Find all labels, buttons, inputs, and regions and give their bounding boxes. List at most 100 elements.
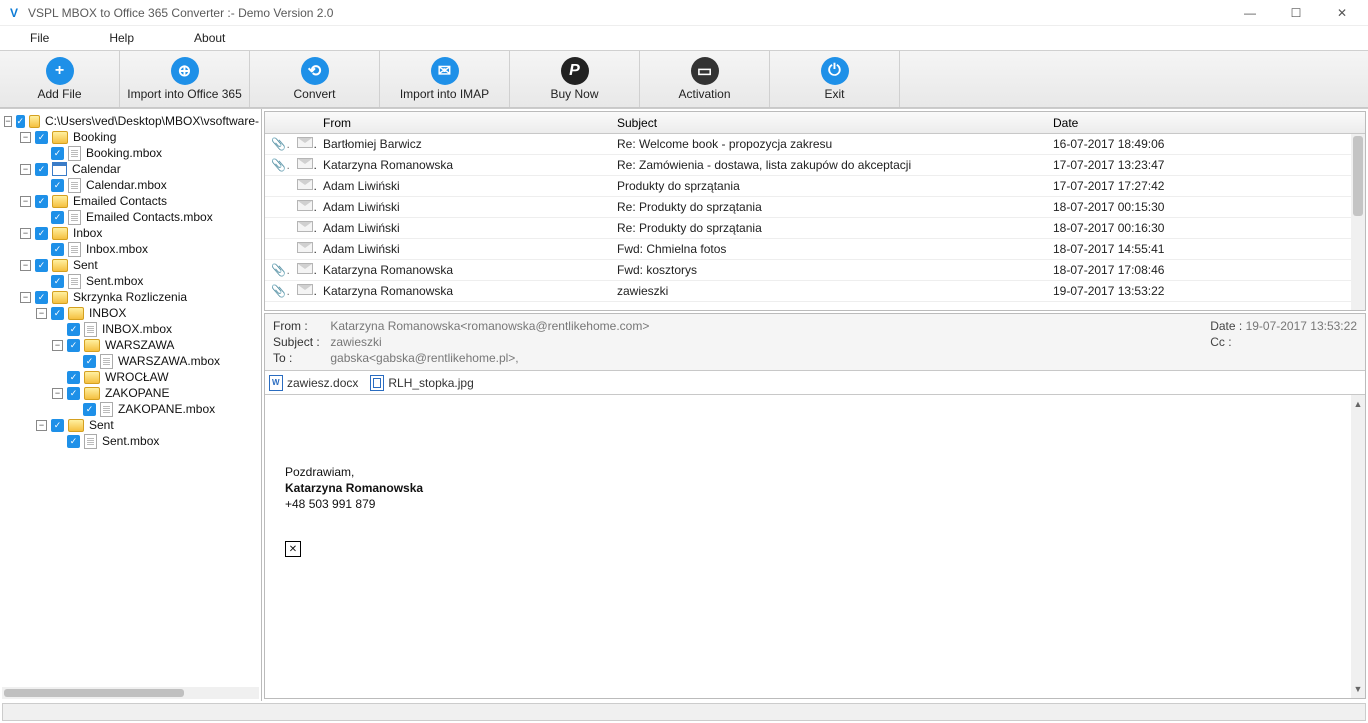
attachment-bar: zawiesz.docx RLH_stopka.jpg bbox=[265, 371, 1365, 395]
preview-scrollbar[interactable]: ▲ ▼ bbox=[1351, 395, 1365, 698]
date-value: 19-07-2017 13:53:22 bbox=[1246, 319, 1357, 333]
row-date: 18-07-2017 14:55:41 bbox=[1047, 242, 1365, 256]
tree-root[interactable]: −✓C:\Users\ved\Desktop\MBOX\vsoftware- bbox=[2, 113, 259, 129]
row-subject: Re: Welcome book - propozycja zakresu bbox=[611, 137, 1047, 151]
row-subject: zawieszki bbox=[611, 284, 1047, 298]
tree-folder-booking[interactable]: −✓Booking bbox=[2, 129, 259, 145]
scroll-down-icon[interactable]: ▼ bbox=[1353, 682, 1363, 696]
word-icon bbox=[269, 375, 283, 391]
tree-file[interactable]: ✓Sent.mbox bbox=[2, 273, 259, 289]
row-subject: Re: Zamówienia - dostawa, lista zakupów … bbox=[611, 158, 1047, 172]
folder-icon bbox=[52, 195, 68, 208]
tree-folder-inbox[interactable]: −✓Inbox bbox=[2, 225, 259, 241]
preview-header: From : Katarzyna Romanowska<romanowska@r… bbox=[265, 314, 1365, 371]
preview-pane: From : Katarzyna Romanowska<romanowska@r… bbox=[264, 313, 1366, 699]
mail-row[interactable]: 📎Katarzyna Romanowskazawieszki19-07-2017… bbox=[265, 281, 1365, 302]
row-from: Adam Liwiński bbox=[317, 221, 611, 235]
tree-folder-wroclaw[interactable]: ✓WROCŁAW bbox=[2, 369, 259, 385]
power-icon: ⏻ bbox=[821, 57, 849, 85]
tree-file[interactable]: ✓INBOX.mbox bbox=[2, 321, 259, 337]
exit-button[interactable]: ⏻Exit bbox=[770, 51, 900, 107]
tree-folder-inbox2[interactable]: −✓INBOX bbox=[2, 305, 259, 321]
maximize-button[interactable]: ☐ bbox=[1282, 3, 1310, 23]
folder-icon bbox=[29, 115, 40, 128]
attachment-icon: 📎 bbox=[265, 284, 291, 298]
menu-help[interactable]: Help bbox=[109, 31, 134, 45]
folder-icon bbox=[84, 371, 100, 384]
mail-row[interactable]: Adam LiwińskiProdukty do sprzątania17-07… bbox=[265, 176, 1365, 197]
attachment-docx[interactable]: zawiesz.docx bbox=[269, 375, 358, 391]
tree-folder-warszawa[interactable]: −✓WARSZAWA bbox=[2, 337, 259, 353]
folder-icon bbox=[52, 131, 68, 144]
close-button[interactable]: ✕ bbox=[1328, 3, 1356, 23]
folder-icon bbox=[84, 339, 100, 352]
tree-file[interactable]: ✓WARSZAWA.mbox bbox=[2, 353, 259, 369]
mail-row[interactable]: 📎Katarzyna RomanowskaRe: Zamówienia - do… bbox=[265, 155, 1365, 176]
body-name: Katarzyna Romanowska bbox=[285, 481, 1345, 495]
folder-icon bbox=[52, 291, 68, 304]
tree-folder-sent2[interactable]: −✓Sent bbox=[2, 417, 259, 433]
tree-file[interactable]: ✓Emailed Contacts.mbox bbox=[2, 209, 259, 225]
file-icon bbox=[68, 274, 81, 289]
folder-icon bbox=[52, 259, 68, 272]
app-logo-icon: V bbox=[6, 5, 22, 21]
tree-folder-skrzynka[interactable]: −✓Skrzynka Rozliczenia bbox=[2, 289, 259, 305]
col-subject[interactable]: Subject bbox=[611, 116, 1047, 130]
tree-folder-emailed[interactable]: −✓Emailed Contacts bbox=[2, 193, 259, 209]
file-icon bbox=[68, 242, 81, 257]
mail-row[interactable]: 📎Katarzyna RomanowskaFwd: kosztorys18-07… bbox=[265, 260, 1365, 281]
row-date: 18-07-2017 00:15:30 bbox=[1047, 200, 1365, 214]
col-date[interactable]: Date bbox=[1047, 116, 1365, 130]
monitor-icon: ▭ bbox=[691, 57, 719, 85]
envelope-icon bbox=[291, 242, 317, 256]
row-subject: Re: Produkty do sprzątania bbox=[611, 221, 1047, 235]
tree-file[interactable]: ✓Calendar.mbox bbox=[2, 177, 259, 193]
tree-file[interactable]: ✓ZAKOPANE.mbox bbox=[2, 401, 259, 417]
buy-now-button[interactable]: PBuy Now bbox=[510, 51, 640, 107]
image-icon bbox=[370, 375, 384, 391]
tree-file[interactable]: ✓Sent.mbox bbox=[2, 433, 259, 449]
paypal-icon: P bbox=[561, 57, 589, 85]
toolbar: +Add File ⊕Import into Office 365 ⟲Conve… bbox=[0, 50, 1368, 108]
mail-row[interactable]: Adam LiwińskiFwd: Chmielna fotos18-07-20… bbox=[265, 239, 1365, 260]
row-subject: Fwd: Chmielna fotos bbox=[611, 242, 1047, 256]
mail-list: From Subject Date 📎Bartłomiej Barwicz Re… bbox=[264, 111, 1366, 311]
to-value: gabska<gabska@rentlikehome.pl>, bbox=[330, 351, 518, 365]
tree-file[interactable]: ✓Booking.mbox bbox=[2, 145, 259, 161]
add-file-button[interactable]: +Add File bbox=[0, 51, 120, 107]
folder-icon bbox=[68, 419, 84, 432]
attachment-jpg[interactable]: RLH_stopka.jpg bbox=[370, 375, 473, 391]
row-subject: Re: Produkty do sprzątania bbox=[611, 200, 1047, 214]
row-from: Katarzyna Romanowska bbox=[317, 284, 611, 298]
horizontal-scrollbar[interactable] bbox=[2, 687, 259, 699]
minimize-button[interactable]: — bbox=[1236, 3, 1264, 23]
from-value: Katarzyna Romanowska<romanowska@rentlike… bbox=[330, 319, 649, 333]
folder-tree[interactable]: −✓C:\Users\ved\Desktop\MBOX\vsoftware- −… bbox=[0, 109, 262, 701]
tree-file[interactable]: ✓Inbox.mbox bbox=[2, 241, 259, 257]
mail-row[interactable]: Adam LiwińskiRe: Produkty do sprzątania1… bbox=[265, 197, 1365, 218]
col-from[interactable]: From bbox=[317, 116, 611, 130]
tree-folder-calendar[interactable]: −✓Calendar bbox=[2, 161, 259, 177]
cc-label: Cc : bbox=[1210, 335, 1231, 349]
mail-row[interactable]: Adam LiwińskiRe: Produkty do sprzątania1… bbox=[265, 218, 1365, 239]
scroll-up-icon[interactable]: ▲ bbox=[1353, 397, 1363, 411]
menu-file[interactable]: File bbox=[30, 31, 49, 45]
row-from: Katarzyna Romanowska bbox=[317, 158, 611, 172]
import-imap-button[interactable]: ✉Import into IMAP bbox=[380, 51, 510, 107]
row-date: 18-07-2017 17:08:46 bbox=[1047, 263, 1365, 277]
folder-icon bbox=[52, 227, 68, 240]
row-from: Adam Liwiński bbox=[317, 242, 611, 256]
tree-folder-sent[interactable]: −✓Sent bbox=[2, 257, 259, 273]
convert-button[interactable]: ⟲Convert bbox=[250, 51, 380, 107]
activation-button[interactable]: ▭Activation bbox=[640, 51, 770, 107]
menu-about[interactable]: About bbox=[194, 31, 225, 45]
file-icon bbox=[100, 354, 113, 369]
mail-row[interactable]: 📎Bartłomiej Barwicz Re: Welcome book - p… bbox=[265, 134, 1365, 155]
row-from: Bartłomiej Barwicz bbox=[317, 137, 611, 151]
tree-folder-zakopane[interactable]: −✓ZAKOPANE bbox=[2, 385, 259, 401]
date-label: Date : bbox=[1210, 319, 1242, 333]
attachment-icon: 📎 bbox=[265, 263, 291, 277]
import-o365-button[interactable]: ⊕Import into Office 365 bbox=[120, 51, 250, 107]
from-label: From : bbox=[273, 319, 327, 333]
vertical-scrollbar[interactable] bbox=[1351, 134, 1365, 310]
